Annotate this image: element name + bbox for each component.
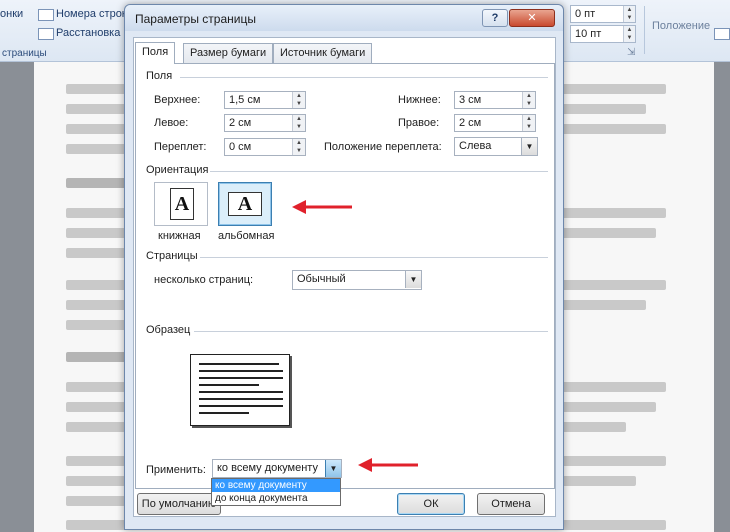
gutter-position-select[interactable]: Слева ▼ (454, 137, 538, 156)
left-margin-spinner[interactable]: 2 см ▲ ▼ (224, 114, 306, 132)
apply-to-label: Применить: (146, 464, 206, 476)
hyphenation-button[interactable]: Расстановка п (56, 27, 129, 39)
ribbon-separator (644, 6, 645, 54)
chevron-down-icon[interactable]: ▼ (325, 460, 341, 477)
chevron-down-icon[interactable]: ▼ (521, 138, 537, 155)
gutter-spinner[interactable]: 0 см ▲ ▼ (224, 138, 306, 156)
spinner-arrows-icon[interactable]: ▲ ▼ (292, 92, 305, 108)
cancel-button[interactable]: Отмена (477, 493, 545, 515)
spinner-arrows-icon[interactable]: ▲ ▼ (522, 115, 535, 131)
apply-to-select[interactable]: ко всему документу ▼ (212, 459, 342, 478)
divider (200, 257, 548, 258)
spacing-after-spinner[interactable]: 10 пт ▲ ▼ (570, 25, 636, 43)
spinner-arrows-icon[interactable]: ▲ ▼ (522, 92, 535, 108)
preview-section-label: Образец (146, 324, 195, 336)
right-margin-spinner[interactable]: 2 см ▲ ▼ (454, 114, 536, 132)
orientation-section-label: Ориентация (146, 164, 213, 176)
ok-button[interactable]: ОК (397, 493, 465, 515)
multiple-pages-label: несколько страниц: (154, 274, 254, 286)
divider (194, 331, 548, 332)
wrap-text-icon[interactable] (714, 28, 730, 40)
tab-margins[interactable]: Поля (135, 42, 176, 64)
spinner-arrows-icon[interactable]: ▲ ▼ (292, 139, 305, 155)
pages-section-label: Страницы (146, 250, 202, 262)
apply-option-whole-document[interactable]: ко всему документу (212, 479, 340, 492)
margins-section-label: Поля (146, 70, 177, 82)
dialog-launcher-icon[interactable]: ⇲ (627, 47, 635, 58)
dialog-title: Параметры страницы (135, 12, 256, 26)
line-numbers-button[interactable]: Номера строк (56, 8, 127, 20)
multiple-pages-select[interactable]: Обычный ▼ (292, 270, 422, 290)
landscape-label: альбомная (218, 230, 275, 242)
apply-option-to-end[interactable]: до конца документа (212, 492, 340, 505)
annotation-arrow-icon (292, 200, 352, 214)
portrait-page-icon: A (170, 188, 194, 220)
left-margin-label: Левое: (154, 117, 189, 129)
bottom-margin-label: Нижнее: (398, 94, 441, 106)
landscape-page-icon: A (228, 192, 262, 216)
page-preview (190, 354, 290, 426)
landscape-option[interactable]: A (218, 182, 272, 226)
dialog-titlebar[interactable]: Параметры страницы ? ✕ (125, 5, 563, 31)
tab-paper-size[interactable]: Размер бумаги (183, 43, 274, 64)
help-button[interactable]: ? (482, 9, 508, 27)
ribbon-partial-label[interactable]: онки (0, 8, 23, 20)
right-margin-label: Правое: (398, 117, 440, 129)
hyphenation-icon[interactable] (38, 28, 54, 40)
portrait-option[interactable]: A (154, 182, 208, 226)
gutter-label: Переплет: (154, 141, 207, 153)
divider (180, 77, 548, 78)
top-margin-label: Верхнее: (154, 94, 201, 106)
portrait-label: книжная (158, 230, 201, 242)
annotation-arrow-icon (358, 458, 418, 472)
ribbon-group-label: страницы (2, 48, 47, 59)
margins-panel: Поля Верхнее: 1,5 см ▲ ▼ Нижнее: 3 см ▲ ▼ … (135, 63, 555, 489)
set-default-button[interactable]: По умолчанию (137, 493, 221, 515)
top-margin-spinner[interactable]: 1,5 см ▲ ▼ (224, 91, 306, 109)
bottom-margin-spinner[interactable]: 3 см ▲ ▼ (454, 91, 536, 109)
divider (210, 171, 548, 172)
line-numbers-icon[interactable] (38, 9, 54, 21)
page-setup-dialog: Параметры страницы ? ✕ Поля Размер бумаг… (124, 4, 564, 530)
gutter-position-label: Положение переплета: (324, 141, 442, 153)
chevron-down-icon[interactable]: ▼ (405, 271, 421, 288)
close-button[interactable]: ✕ (509, 9, 555, 27)
spinner-arrows-icon[interactable]: ▲ ▼ (623, 26, 635, 42)
spinner-arrows-icon[interactable]: ▲ ▼ (292, 115, 305, 131)
apply-to-dropdown-list: ко всему документу до конца документа (211, 478, 341, 506)
position-button[interactable]: Положение (652, 20, 710, 32)
spacing-before-spinner[interactable]: 0 пт ▲ ▼ (570, 5, 636, 23)
tab-paper-source[interactable]: Источник бумаги (273, 43, 373, 64)
spinner-arrows-icon[interactable]: ▲ ▼ (623, 6, 635, 22)
